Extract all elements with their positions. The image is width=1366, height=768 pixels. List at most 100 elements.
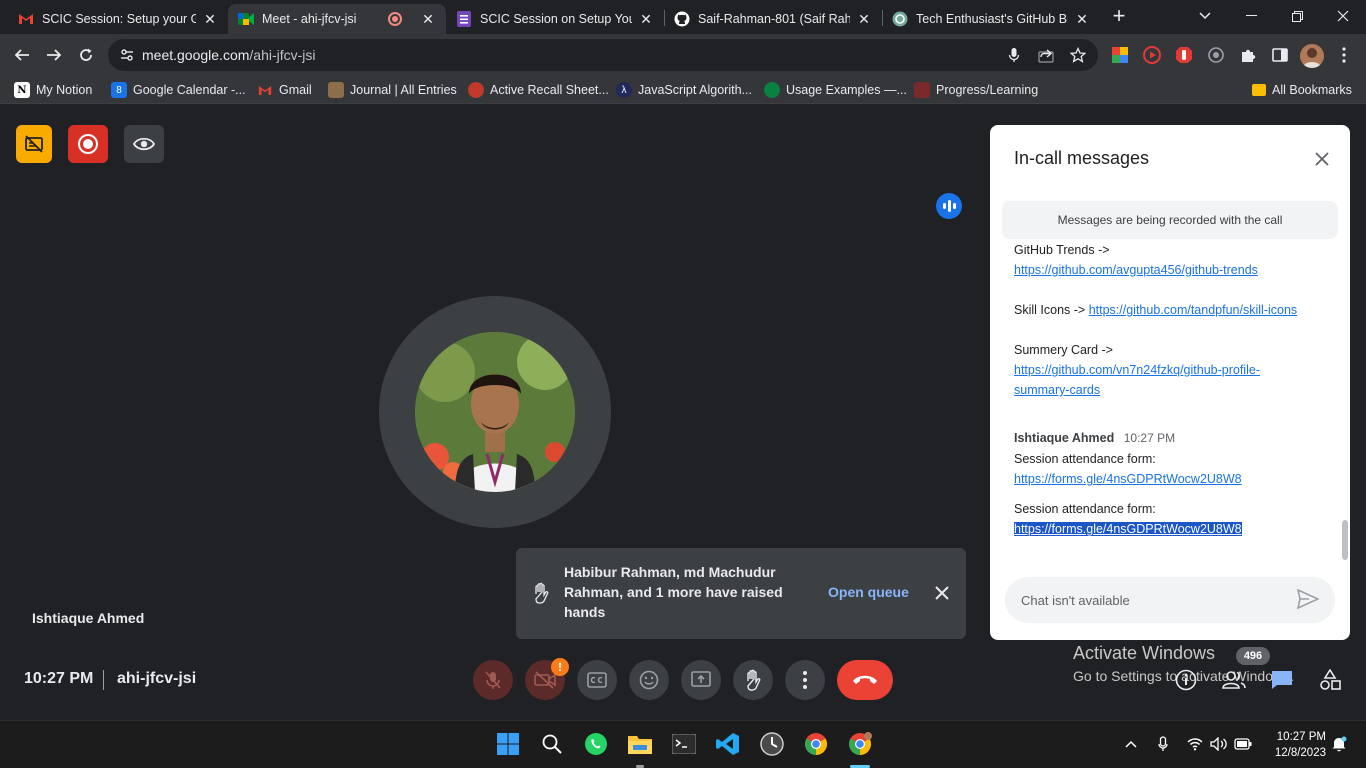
meeting-time: 10:27 PM [24,670,94,687]
bookmark-notion[interactable]: N My Notion [14,81,92,99]
tab-meet[interactable]: Meet - ahi-jfcv-jsi ✕ [228,4,446,34]
extension-target-icon[interactable] [1206,45,1226,65]
meet-icon [238,11,254,27]
minimize-button[interactable] [1228,0,1274,32]
message-scrollbar[interactable] [1342,520,1348,560]
terminal-icon[interactable] [671,731,697,757]
open-queue-button[interactable]: Open queue [828,584,909,600]
profile-avatar[interactable] [1300,44,1324,68]
microphone-icon[interactable] [1004,45,1024,65]
tab-chatgpt[interactable]: Tech Enthusiast's GitHub Bio ✕ [882,4,1100,34]
microphone-off-button[interactable] [473,660,513,700]
windows-start-icon[interactable] [495,731,521,757]
extensions-puzzle-icon[interactable] [1238,45,1258,65]
reload-button[interactable] [72,41,100,69]
leave-call-button[interactable] [837,660,893,700]
vscode-icon[interactable] [715,731,741,757]
whatsapp-icon[interactable] [583,731,609,757]
new-tab-button[interactable]: + [1100,0,1138,32]
forward-button[interactable] [40,41,68,69]
back-button[interactable] [8,41,36,69]
close-tab-icon[interactable]: ✕ [420,11,436,28]
extension-adblock-icon[interactable] [1174,45,1194,65]
menu-kebab-icon[interactable] [1334,45,1354,65]
wifi-icon[interactable] [1186,735,1204,753]
raised-hand-icon [532,582,552,606]
extension-video-icon[interactable] [1142,45,1162,65]
microphone-tray-icon[interactable] [1154,735,1172,753]
send-icon[interactable] [1296,588,1321,611]
message-link[interactable]: https://forms.gle/4nsGDPRtWocw2U8W8 [1014,472,1242,486]
progress-icon [914,82,930,98]
message-link-continued[interactable]: summary-cards [1014,383,1100,397]
all-bookmarks[interactable]: All Bookmarks [1252,81,1352,99]
system-clock[interactable]: 10:27 PM 12/8/2023 [1262,729,1326,761]
camera-warning-badge: ! [551,658,569,676]
host-controls-button[interactable] [16,125,52,163]
meeting-details-button[interactable] [1173,667,1199,693]
site-info-icon[interactable] [120,48,134,67]
notification-bell-icon[interactable] [1330,735,1348,753]
side-panel-icon[interactable] [1270,45,1290,65]
close-notification-icon[interactable] [930,581,954,605]
clock-app-icon[interactable] [759,731,785,757]
close-tab-icon[interactable]: ✕ [202,11,218,28]
tab-gmail[interactable]: SCIC Session: Setup your Git ✕ [8,4,228,34]
bookmark-javascript[interactable]: λ JavaScript Algorith... [616,81,752,99]
windows-taskbar: 10:27 PM 12/8/2023 [0,720,1366,768]
bookmark-label: My Notion [36,83,93,97]
tab-forms[interactable]: SCIC Session on Setup Your ✕ [446,4,664,34]
more-options-button[interactable] [785,660,825,700]
restore-button[interactable] [1274,0,1320,32]
file-explorer-icon[interactable] [627,731,653,757]
tab-search-chevron-icon[interactable] [1182,0,1228,32]
search-icon[interactable] [539,731,565,757]
close-tab-icon[interactable]: ✕ [638,11,654,28]
bookmark-gmail[interactable]: Gmail [257,81,312,99]
bookmark-star-icon[interactable] [1068,45,1088,65]
browser-toolbar: meet.google.com/ahi-jfcv-jsi [0,34,1366,76]
message-link[interactable]: https://github.com/vn7n24fzkq/github-pro… [1014,363,1260,377]
bookmark-usage-examples[interactable]: Usage Examples —... [764,81,907,99]
eye-icon [133,137,155,151]
more-vert-icon [803,671,807,689]
bookmark-journal[interactable]: Journal | All Entries [328,81,457,99]
battery-icon[interactable] [1234,735,1252,753]
chat-button[interactable] [1269,667,1295,693]
bookmark-active-recall[interactable]: Active Recall Sheet... [468,81,609,99]
volume-icon[interactable] [1210,735,1228,753]
close-tab-icon[interactable]: ✕ [1074,11,1090,28]
reactions-button[interactable] [629,660,669,700]
bookmark-progress[interactable]: Progress/Learning [914,81,1038,99]
tab-github[interactable]: Saif-Rahman-801 (Saif Rahm ✕ [664,4,882,34]
message-link-selected[interactable]: https://forms.gle/4nsGDPRtWocw2U8W8 [1014,522,1242,536]
close-panel-icon[interactable] [1308,145,1336,173]
bookmark-calendar[interactable]: 8 Google Calendar -... [111,81,246,99]
tab-title: Tech Enthusiast's GitHub Bio [916,12,1068,26]
activities-button[interactable] [1317,667,1343,693]
chat-input[interactable]: Chat isn't available [1005,577,1335,623]
view-button[interactable] [124,125,164,163]
chrome-icon[interactable] [803,731,829,757]
mongodb-leaf-icon [764,82,780,98]
chrome-profile-icon[interactable] [847,731,873,757]
address-bar[interactable]: meet.google.com/ahi-jfcv-jsi [108,39,1098,71]
notion-icon: N [14,82,30,98]
chevron-up-icon[interactable] [1122,735,1140,753]
raise-hand-button[interactable] [733,660,773,700]
tab-title: SCIC Session: Setup your Git [42,12,196,26]
message-header: Ishtiaque Ahmed 10:27 PM [1014,431,1175,445]
share-icon[interactable] [1036,45,1056,65]
meeting-code[interactable]: ahi-jfcv-jsi [117,670,196,688]
present-screen-button[interactable] [681,660,721,700]
message-link[interactable]: https://github.com/avgupta456/github-tre… [1014,263,1258,277]
people-button[interactable] [1221,667,1247,693]
raised-hands-notification: Habibur Rahman, md Machudur Rahman, and … [516,548,966,639]
message-text: Session attendance form: [1014,452,1156,466]
extension-colorpicker-icon[interactable] [1110,45,1130,65]
message-link[interactable]: https://github.com/tandpfun/skill-icons [1089,303,1297,317]
close-tab-icon[interactable]: ✕ [856,11,872,28]
close-window-button[interactable] [1320,0,1366,32]
captions-button[interactable] [577,660,617,700]
recording-button[interactable] [68,125,108,163]
